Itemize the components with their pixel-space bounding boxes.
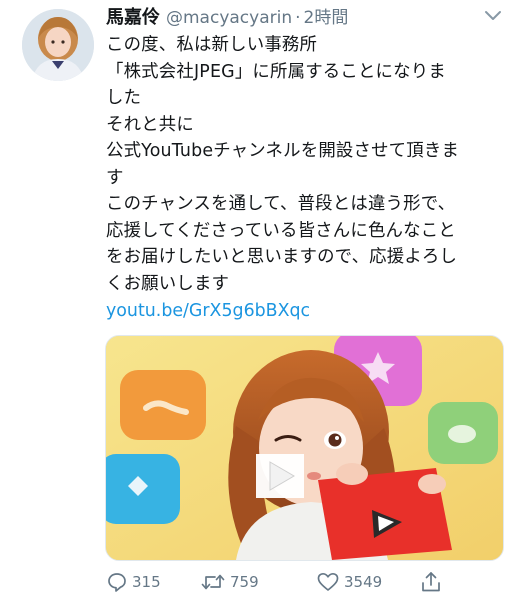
tweet-text-line: このチャンスを通して、普段とは違う形で、 — [106, 194, 456, 214]
tweet-header: 馬嘉伶 @macyacyarin · 2時間 — [106, 3, 348, 29]
tweet-text-line: 応援してくださっている皆さんに色んなこと — [106, 220, 456, 241]
reply-button[interactable]: 315 — [106, 568, 161, 596]
tweet-text-line: をお届けしたいと思いますので、応援よろし — [106, 247, 458, 267]
tweet: 馬嘉伶 @macyacyarin · 2時間 この度、私は新しい事務所 「株式会… — [0, 0, 524, 600]
retweet-icon — [200, 571, 226, 593]
reply-icon — [106, 571, 128, 593]
display-name[interactable]: 馬嘉伶 — [106, 3, 160, 29]
retweet-count: 759 — [230, 573, 259, 591]
tweet-text-line: 「株式会社JPEG」に所属することになりま — [106, 61, 446, 82]
chevron-down-icon[interactable] — [483, 8, 503, 24]
tweet-text: この度、私は新しい事務所 「株式会社JPEG」に所属することになりま した それ… — [106, 32, 506, 297]
share-button[interactable] — [420, 568, 442, 596]
media-image[interactable] — [105, 335, 504, 561]
avatar[interactable] — [22, 9, 94, 81]
tweet-text-line: この度、私は新しい事務所 — [106, 35, 318, 55]
reply-count: 315 — [132, 573, 161, 591]
retweet-button[interactable]: 759 — [200, 568, 259, 596]
avatar-image — [22, 9, 94, 81]
separator: · — [295, 8, 301, 28]
timestamp[interactable]: 2時間 — [304, 3, 349, 28]
tweet-text-line: くお願いします — [106, 273, 230, 294]
user-handle[interactable]: @macyacyarin — [166, 8, 292, 28]
tweet-text-line: した — [106, 88, 142, 108]
tweet-actions: 315 759 3549 — [106, 568, 506, 596]
tweet-text-line: 公式YouTubeチャンネルを開設させて頂きま — [106, 141, 460, 161]
tweet-text-line: す — [106, 167, 124, 188]
share-icon — [420, 570, 442, 594]
like-count: 3549 — [344, 573, 383, 591]
like-button[interactable]: 3549 — [316, 568, 382, 596]
heart-icon — [316, 571, 340, 593]
youtube-link[interactable]: youtu.be/GrX5g6bBXqc — [106, 298, 310, 324]
tweet-text-line: それと共に — [106, 114, 194, 135]
